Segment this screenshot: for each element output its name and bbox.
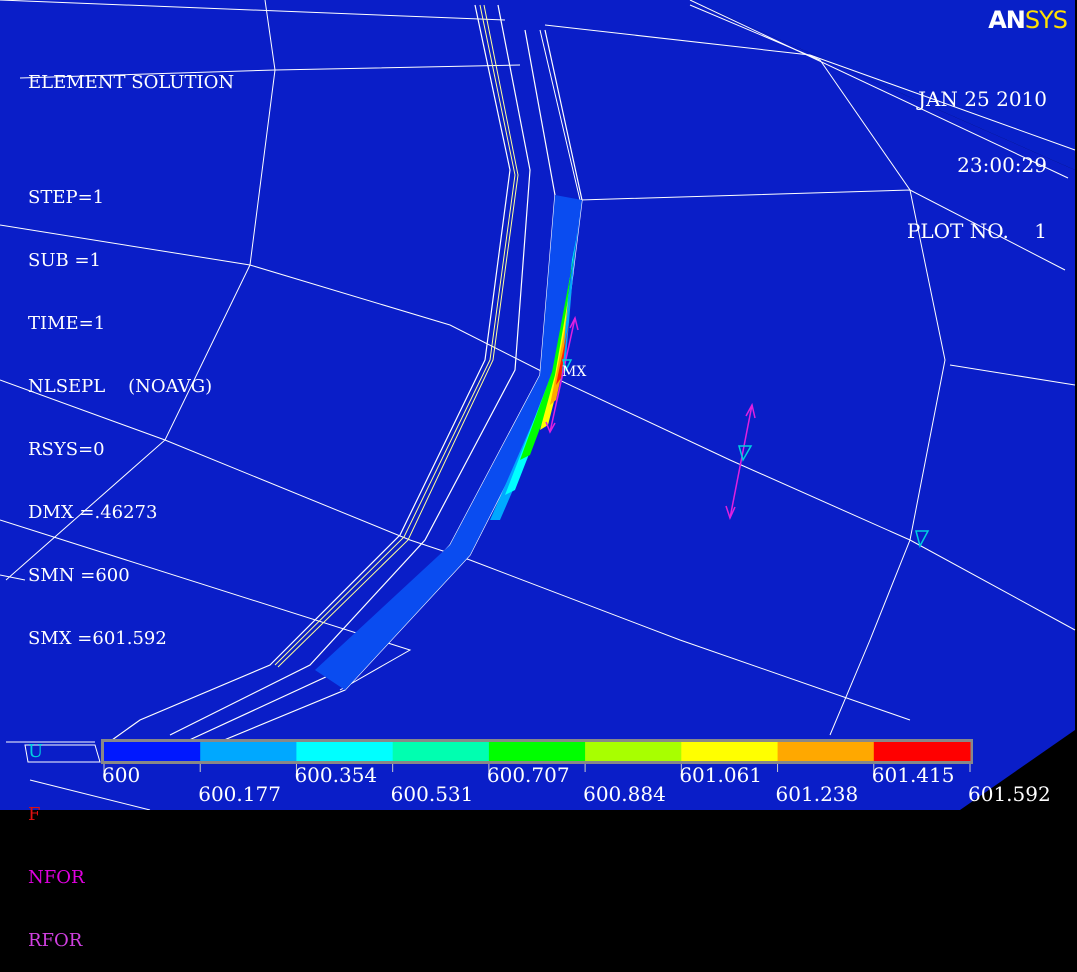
- legend-swatch-4: [392, 742, 490, 761]
- max-marker-label: MX: [562, 364, 586, 380]
- info-rsys: RSYS=0: [28, 439, 105, 460]
- legend-label-top-3: 600.707: [486, 763, 570, 787]
- symbol-rfor: RFOR: [28, 930, 83, 951]
- legend-swatch-3: [296, 742, 394, 761]
- symbol-f: F: [28, 804, 41, 825]
- legend-label-bottom-1: 600.177: [198, 782, 281, 806]
- plot-time: 23:00:29: [957, 153, 1047, 177]
- solution-info: ELEMENT SOLUTION STEP=1 SUB =1 TIME=1 NL…: [28, 30, 234, 972]
- legend-label-top-5: 601.415: [871, 763, 955, 787]
- legend-swatch-8: [777, 742, 875, 761]
- info-item: NLSEPL (NOAVG): [28, 376, 213, 397]
- legend-swatch-9: [873, 742, 971, 761]
- legend-label-bottom-5: 601.592: [968, 782, 1051, 806]
- info-step: STEP=1: [28, 187, 105, 208]
- plot-info: JAN 25 2010 23:00:29 PLOT NO. 1: [907, 44, 1047, 264]
- symbol-u: U: [28, 741, 44, 762]
- legend-swatch-6: [585, 742, 682, 761]
- info-sub: SUB =1: [28, 250, 101, 271]
- info-dmx: DMX =.46273: [28, 502, 158, 523]
- info-smx: SMX =601.592: [28, 628, 167, 649]
- info-time: TIME=1: [28, 313, 106, 334]
- solution-title: ELEMENT SOLUTION: [28, 72, 235, 93]
- legend-swatch-5: [488, 742, 586, 761]
- legend-label-top-1: 600: [102, 763, 141, 787]
- plot-number: PLOT NO. 1: [906, 219, 1047, 243]
- plot-date: JAN 25 2010: [917, 87, 1047, 111]
- legend-label-top-4: 601.061: [679, 763, 763, 787]
- info-smn: SMN =600: [28, 565, 130, 586]
- legend-label-bottom-2: 600.531: [390, 782, 474, 806]
- symbol-nfor: NFOR: [28, 867, 85, 888]
- legend-label-top-2: 600.354: [294, 763, 378, 787]
- legend-swatch-7: [681, 742, 778, 761]
- legend-label-bottom-3: 600.884: [583, 782, 666, 806]
- ansys-logo: ANSYS: [988, 6, 1068, 34]
- legend-label-bottom-4: 601.238: [775, 782, 859, 806]
